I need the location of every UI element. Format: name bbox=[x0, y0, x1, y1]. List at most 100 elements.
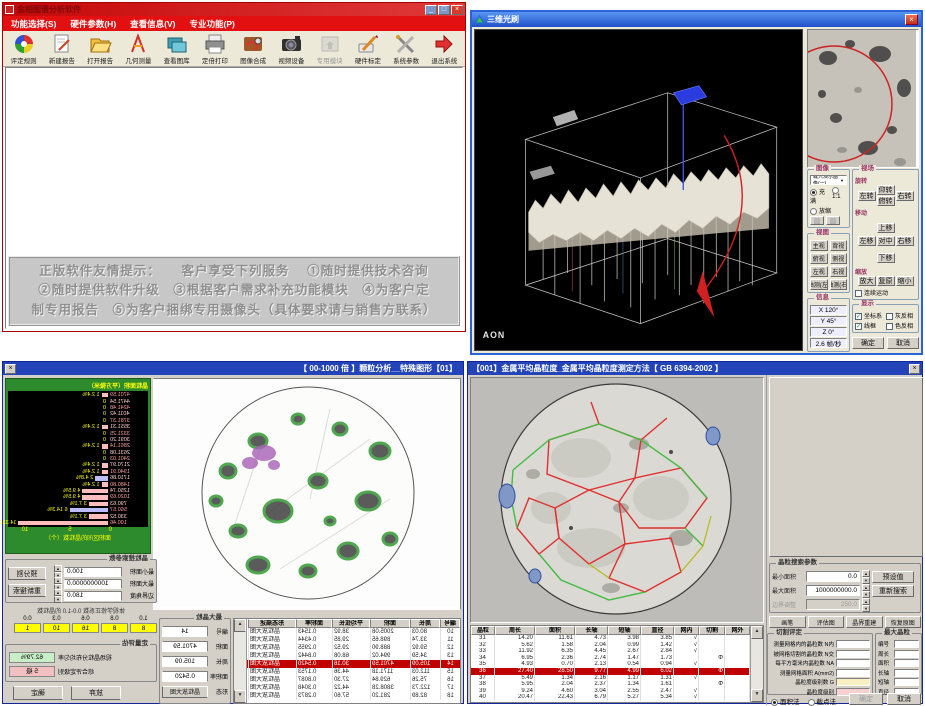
toolbar-item[interactable]: 定倍打印 bbox=[200, 32, 229, 65]
param-input[interactable]: 1000000000.0 bbox=[806, 585, 860, 596]
column-header[interactable]: 编号 bbox=[440, 619, 460, 628]
titlebar[interactable]: 三维光刷 × bbox=[472, 12, 921, 27]
table-row[interactable]: 1882.89281.2057.600.2873晶粒放大图 bbox=[247, 692, 460, 700]
table-row[interactable]: 1675.26629.8427.300.8087晶粒放大图 bbox=[247, 676, 460, 684]
column-header[interactable]: 切割 bbox=[699, 626, 725, 635]
table-row[interactable]: 15112.031171.1844.360.1753晶粒放大图 bbox=[247, 668, 460, 676]
zoom-button[interactable]: 复原 bbox=[877, 276, 895, 286]
toolbar-item[interactable]: 图像合成 bbox=[239, 32, 268, 65]
display-checkbox[interactable]: ✓线框 bbox=[855, 321, 885, 330]
view-button[interactable]: 左视 bbox=[810, 266, 828, 277]
view-button[interactable]: 轴测(右) bbox=[830, 279, 848, 290]
discard-button[interactable]: 放弃 bbox=[71, 686, 121, 700]
grain-map-image[interactable] bbox=[470, 377, 764, 623]
spinner[interactable]: ▲▼ bbox=[862, 570, 870, 584]
rotate-down-button[interactable]: 俯转 bbox=[877, 196, 895, 206]
close-icon[interactable]: × bbox=[909, 364, 920, 374]
titlebar[interactable]: 【001】金属平均晶粒度_金属平均晶粒度测定方法【 GB 6394-2002 】… bbox=[468, 362, 922, 375]
field-input[interactable]: 100.0 bbox=[64, 567, 122, 577]
continuous-motion-checkbox[interactable]: 连续运动 bbox=[855, 288, 916, 297]
table-scrollbar[interactable]: ▲ ▼ bbox=[750, 626, 763, 702]
table-row[interactable]: 346.952.362.741.471.73Φ bbox=[471, 655, 750, 662]
table-row[interactable]: 385.952.042.371.341.61Φ bbox=[471, 681, 750, 688]
presegment-button[interactable]: 预分割 bbox=[8, 567, 46, 580]
table-row[interactable]: 3627.4028.509.774.996.02Φ bbox=[471, 668, 750, 675]
rotate-right-button[interactable]: 右转 bbox=[896, 191, 914, 201]
zoom-step-button[interactable]: ▧ bbox=[810, 216, 824, 225]
param-input[interactable]: 0.0 bbox=[806, 571, 860, 582]
toolbar-item[interactable]: 查看图库 bbox=[162, 32, 191, 65]
image-mode-radio[interactable]: 放缩 bbox=[810, 206, 831, 215]
spinner[interactable]: ▲▼ bbox=[54, 589, 62, 603]
field-input[interactable]: 1000000000.0 bbox=[64, 579, 122, 589]
close-icon[interactable]: × bbox=[905, 14, 918, 25]
column-header[interactable]: 网外 bbox=[725, 626, 750, 635]
rebuild-boundary-button[interactable]: 晶界重建 bbox=[846, 616, 883, 628]
method-radio[interactable]: 面积法 bbox=[771, 696, 800, 706]
toolbar-item[interactable]: 新建报告 bbox=[47, 32, 76, 65]
column-header[interactable]: 形态描述 bbox=[248, 619, 296, 628]
ok-button[interactable]: 确定 bbox=[852, 337, 884, 349]
table-row[interactable]: 375.491.342.161.171.31√ bbox=[471, 675, 750, 682]
eval-map-button[interactable]: 评估图 bbox=[808, 616, 845, 628]
zoom-button[interactable]: 放大 bbox=[858, 276, 876, 286]
column-header[interactable]: 面积率 bbox=[296, 619, 332, 628]
table-row[interactable]: 1259.92888.9029.520.2955晶粒放大图 bbox=[247, 644, 460, 652]
view-button[interactable]: 俯视 bbox=[810, 253, 828, 264]
research-button[interactable]: 重新搜索 bbox=[872, 585, 914, 597]
display-checkbox[interactable]: ✓坐标系 bbox=[855, 311, 885, 320]
column-header[interactable]: 面积 bbox=[535, 626, 575, 635]
zoom-step-button[interactable]: ▨ bbox=[826, 216, 840, 225]
column-header[interactable]: 晶粒 bbox=[471, 626, 495, 635]
view-button[interactable]: 背视 bbox=[830, 240, 848, 251]
titlebar[interactable]: × 【 00-1000 倍 】颗粒分析__特殊图形【01】 bbox=[3, 362, 463, 375]
display-checkbox[interactable]: 色反相 bbox=[886, 321, 916, 330]
brush-button[interactable]: 画笔 bbox=[769, 616, 806, 628]
spinner[interactable]: ▲▼ bbox=[862, 598, 870, 612]
image-mode-radio[interactable]: 1:1 bbox=[832, 187, 847, 205]
table-row[interactable]: 3114.2011.614.733.983.85√ bbox=[471, 635, 750, 642]
confirm-button[interactable]: 确定 bbox=[13, 686, 63, 700]
zoom-button[interactable]: 缩小 bbox=[896, 276, 914, 286]
table-row[interactable]: 4020.4722.436.795.275.34√ bbox=[471, 694, 750, 701]
toolbar-item[interactable]: 退出系统 bbox=[430, 32, 459, 65]
titlebar[interactable]: 金相图谱分析软件 _ □ × bbox=[3, 3, 465, 16]
image-mode-radio[interactable]: 充满 bbox=[810, 187, 828, 205]
table-row[interactable]: 1334.59994.0268.080.8442晶粒放大图 bbox=[247, 652, 460, 660]
surface-3d-canvas[interactable]: AON bbox=[474, 29, 803, 351]
preset-button[interactable]: 预设值 bbox=[872, 571, 914, 583]
rotate-up-button[interactable]: 仰转 bbox=[877, 185, 895, 195]
column-header[interactable]: 周长 bbox=[410, 619, 440, 628]
column-header[interactable]: 平均弦长 bbox=[332, 619, 370, 628]
toolbar-item[interactable]: 硬件标定 bbox=[353, 32, 382, 65]
table-scrollbar[interactable]: ▲ ▼ bbox=[234, 619, 247, 703]
column-header[interactable]: 直径 bbox=[641, 626, 674, 635]
table-row[interactable]: 1133.74898.6529.850.4344晶粒放大图 bbox=[247, 636, 460, 644]
micrograph-image[interactable] bbox=[153, 378, 461, 610]
table-row[interactable]: 3311.926.354.452.672.84√ bbox=[471, 648, 750, 655]
column-header[interactable]: 短轴 bbox=[608, 626, 641, 635]
cancel-button[interactable]: 取消 bbox=[887, 693, 921, 705]
grain-zoom-button[interactable]: 晶粒放大图 bbox=[162, 686, 208, 698]
close-icon[interactable]: × bbox=[5, 364, 16, 374]
display-checkbox[interactable]: 灰反相 bbox=[886, 311, 916, 320]
menu-item[interactable]: 硬件参数(H) bbox=[70, 18, 116, 30]
image-dropdown[interactable]: 载入演示图像(一) ▼ bbox=[810, 175, 847, 185]
move-up-button[interactable]: 上移 bbox=[877, 223, 895, 233]
field-input[interactable]: 180.0 bbox=[64, 591, 122, 601]
move-left-button[interactable]: 左移 bbox=[858, 236, 876, 246]
cancel-button[interactable]: 取消 bbox=[887, 337, 919, 349]
restore-image-button[interactable]: 恢复原图 bbox=[885, 616, 922, 628]
toolbar-item[interactable]: 几何测量 bbox=[124, 32, 153, 65]
research-button[interactable]: 重新搜索 bbox=[8, 584, 46, 597]
menu-item[interactable]: 功能选择(S) bbox=[11, 18, 56, 30]
ok-button[interactable]: 确定 bbox=[849, 693, 883, 705]
maximize-button[interactable]: □ bbox=[438, 5, 450, 15]
toolbar-item[interactable]: 视频设备 bbox=[277, 32, 306, 65]
view-button[interactable]: 轴测(左) bbox=[810, 279, 828, 290]
menu-item[interactable]: 查看信息(V) bbox=[130, 18, 175, 30]
table-row[interactable]: 399.244.603.042.552.47√ bbox=[471, 688, 750, 695]
column-header[interactable]: 网内 bbox=[674, 626, 699, 635]
toolbar-item[interactable]: 系统参数 bbox=[392, 32, 421, 65]
table-row[interactable]: 14105.094701.5930.160.5420晶粒放大图 bbox=[247, 660, 460, 668]
